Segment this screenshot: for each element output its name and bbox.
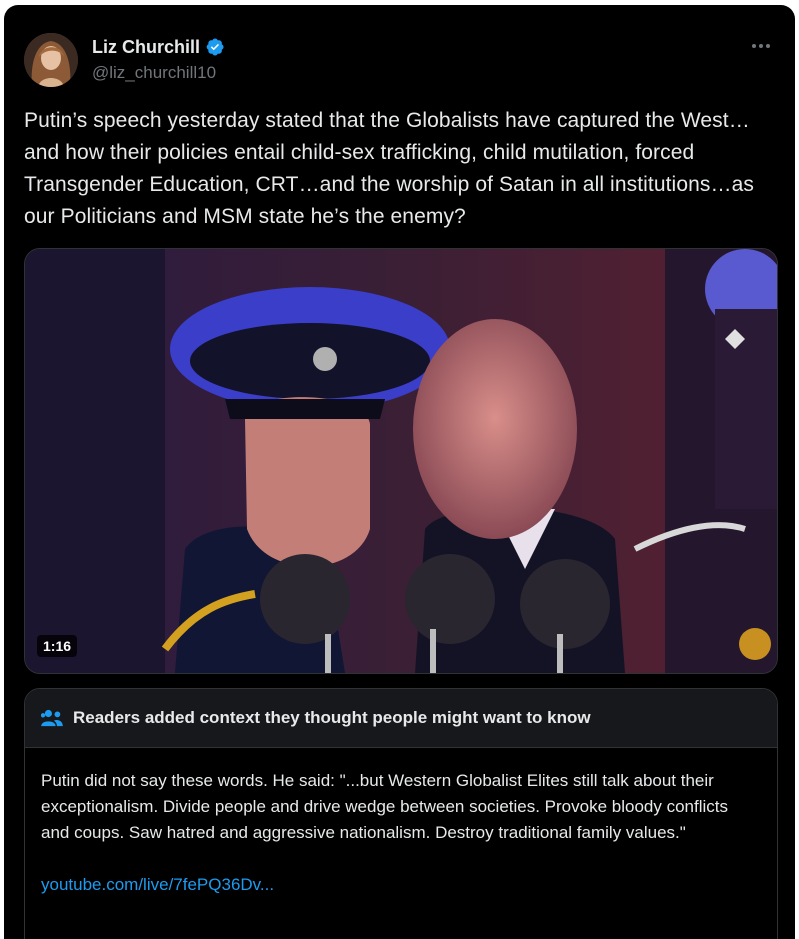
more-options-icon[interactable] — [749, 39, 773, 53]
community-note-link[interactable]: youtube.com/live/7fePQ36Dv... — [41, 872, 761, 898]
author-avatar[interactable] — [24, 33, 78, 87]
author-name[interactable]: Liz Churchill — [92, 37, 200, 58]
author-handle[interactable]: @liz_churchill10 — [92, 63, 225, 83]
video-duration: 1:16 — [37, 635, 78, 657]
video-player[interactable]: 1:16 — [24, 248, 778, 674]
community-note-body-container: Putin did not say these words. He said: … — [25, 748, 777, 898]
avatar-image — [24, 33, 78, 87]
people-icon — [41, 709, 63, 727]
author-name-row: Liz Churchill — [92, 35, 225, 59]
video-thumbnail — [25, 249, 777, 673]
tweet-card: Liz Churchill @liz_churchill10 Putin’s s… — [4, 5, 795, 939]
community-note-header: Readers added context they thought peopl… — [25, 689, 777, 748]
community-note-body: Putin did not say these words. He said: … — [41, 771, 728, 842]
community-note: Readers added context they thought peopl… — [24, 688, 778, 939]
verified-badge-icon[interactable] — [205, 37, 225, 57]
community-note-title: Readers added context they thought peopl… — [73, 708, 591, 727]
author-info: Liz Churchill @liz_churchill10 — [92, 35, 225, 83]
tweet-text: Putin’s speech yesterday stated that the… — [24, 109, 754, 228]
